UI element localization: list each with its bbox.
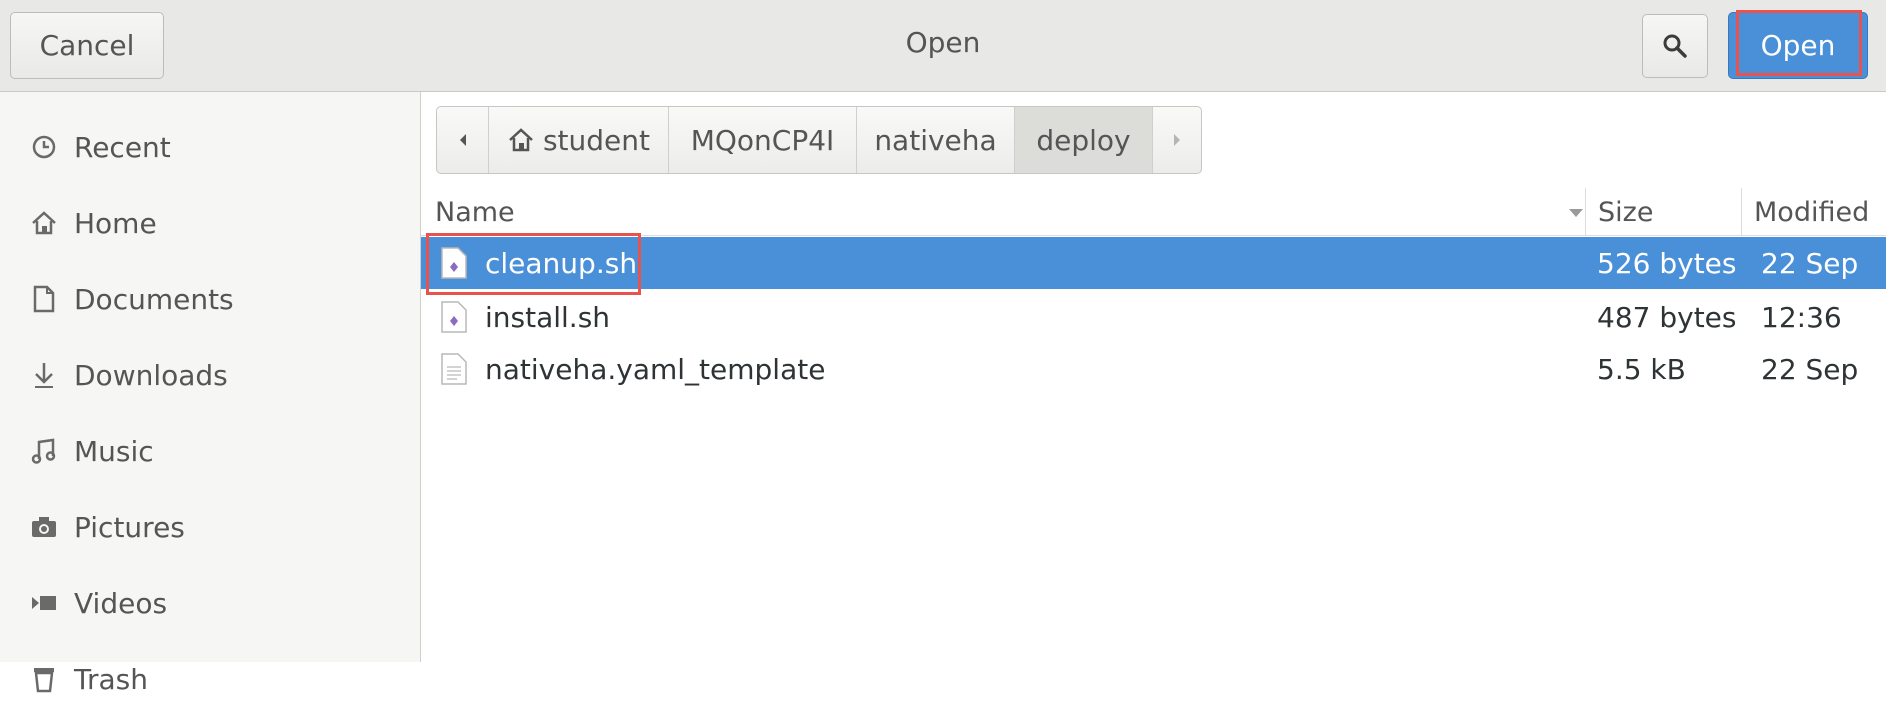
header-bar: Cancel Open Open [0, 0, 1886, 92]
video-icon [24, 593, 64, 613]
file-modified: 22 Sep [1761, 246, 1859, 280]
sidebar-item-downloads[interactable]: Downloads [0, 345, 420, 405]
script-file-icon [441, 301, 467, 333]
sidebar-item-label: Music [74, 434, 154, 468]
sidebar-item-videos[interactable]: Videos [0, 573, 420, 633]
file-row-selected[interactable]: cleanup.sh 526 bytes 22 Sep [421, 237, 1886, 289]
file-modified: 12:36 [1761, 300, 1842, 334]
path-bar: student MQonCP4I nativeha deploy [436, 106, 1202, 174]
file-row[interactable]: nativeha.yaml_template 5.5 kB 22 Sep [421, 343, 1886, 395]
modified-column-header[interactable]: Modified [1741, 188, 1886, 236]
places-sidebar: Recent Home Documents Downloads Music Pi… [0, 92, 421, 696]
sidebar-item-label: Pictures [74, 510, 185, 544]
chevron-left-icon [459, 134, 466, 146]
file-name: cleanup.sh [485, 246, 638, 280]
search-button[interactable] [1642, 14, 1708, 78]
sidebar-item-pictures[interactable]: Pictures [0, 497, 420, 557]
chevron-right-icon [1174, 134, 1180, 146]
file-size: 526 bytes [1597, 246, 1737, 280]
sidebar-item-trash[interactable]: Trash [0, 649, 420, 709]
sort-descending-icon [1569, 209, 1583, 217]
document-icon [24, 285, 64, 313]
home-icon [24, 210, 64, 236]
home-icon [509, 128, 533, 152]
modified-column-label: Modified [1754, 196, 1870, 228]
path-segment-current[interactable]: deploy [1015, 107, 1153, 173]
sidebar-item-label: Downloads [74, 358, 228, 392]
file-name: install.sh [485, 300, 611, 334]
path-segment[interactable]: MQonCP4I [669, 107, 857, 173]
search-icon [1663, 34, 1687, 58]
path-forward-button[interactable] [1153, 107, 1201, 173]
trash-icon [24, 665, 64, 693]
sidebar-item-label: Videos [74, 586, 168, 620]
text-file-icon [441, 353, 467, 385]
camera-icon [24, 515, 64, 539]
name-column-label: Name [435, 196, 515, 228]
sidebar-item-recent[interactable]: Recent [0, 117, 420, 177]
size-column-label: Size [1598, 196, 1654, 228]
size-column-header[interactable]: Size [1585, 188, 1741, 236]
file-size: 487 bytes [1597, 300, 1737, 334]
sidebar-item-label: Documents [74, 282, 234, 316]
sidebar-item-music[interactable]: Music [0, 421, 420, 481]
sidebar-item-label: Trash [74, 662, 148, 696]
script-file-icon [441, 247, 467, 279]
name-column-header[interactable]: Name [435, 188, 1595, 236]
sidebar-item-documents[interactable]: Documents [0, 269, 420, 329]
path-segment[interactable]: nativeha [857, 107, 1015, 173]
sidebar-item-label: Home [74, 206, 157, 240]
music-icon [24, 437, 64, 465]
sidebar-item-home[interactable]: Home [0, 193, 420, 253]
sidebar-item-label: Recent [74, 130, 171, 164]
dialog-title: Open [905, 26, 981, 59]
file-row[interactable]: install.sh 487 bytes 12:36 [421, 291, 1886, 343]
file-list-header: Name Size Modified [421, 188, 1886, 236]
open-button[interactable]: Open [1728, 12, 1868, 79]
file-modified: 22 Sep [1761, 352, 1859, 386]
file-name: nativeha.yaml_template [485, 352, 826, 386]
file-size: 5.5 kB [1597, 352, 1686, 386]
path-segment-label: student [542, 123, 651, 157]
path-segment-home[interactable]: student [489, 107, 669, 173]
download-icon [24, 361, 64, 389]
clock-icon [24, 134, 64, 160]
path-back-button[interactable] [437, 107, 489, 173]
